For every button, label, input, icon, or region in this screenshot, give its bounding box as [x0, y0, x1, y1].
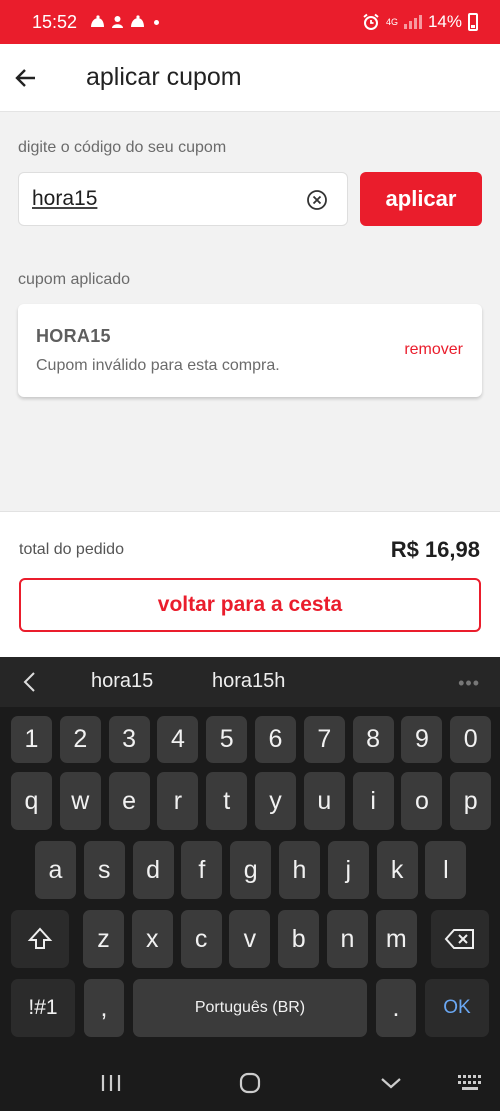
key-a[interactable]: a: [35, 841, 76, 899]
key-s[interactable]: s: [83, 841, 125, 899]
notification-dot-icon: [154, 19, 160, 25]
key-r[interactable]: r: [157, 772, 199, 830]
battery-icon: [468, 13, 478, 31]
clear-circle-icon: [307, 190, 327, 210]
key-l[interactable]: l: [425, 841, 467, 899]
key-2[interactable]: 2: [59, 716, 101, 763]
key-w[interactable]: w: [59, 772, 101, 830]
period-key[interactable]: .: [376, 979, 416, 1037]
key-5[interactable]: 5: [206, 716, 248, 763]
key-0[interactable]: 0: [450, 716, 492, 763]
symbols-key[interactable]: !#1: [11, 979, 75, 1037]
battery-percent: 14%: [427, 12, 462, 31]
enter-ok-key[interactable]: OK: [425, 979, 489, 1037]
applied-coupon-code: HORA15: [36, 326, 111, 346]
remove-coupon-link[interactable]: remover: [404, 341, 463, 359]
comma-key[interactable]: ,: [84, 979, 124, 1037]
key-d[interactable]: d: [132, 841, 174, 899]
key-z[interactable]: z: [83, 910, 124, 968]
suggestion-item[interactable]: hora15: [91, 670, 153, 693]
notification-app-icon: [131, 15, 145, 27]
chevron-left-icon: [23, 672, 35, 692]
key-e[interactable]: e: [108, 772, 150, 830]
key-j[interactable]: j: [327, 841, 369, 899]
key-7[interactable]: 7: [303, 716, 345, 763]
shift-key[interactable]: [11, 910, 69, 968]
key-9[interactable]: 9: [401, 716, 443, 763]
apply-coupon-button[interactable]: aplicar: [360, 172, 482, 226]
key-t[interactable]: t: [206, 772, 248, 830]
key-y[interactable]: y: [255, 772, 296, 830]
coupon-content: digite o código do seu cupom aplicar cup…: [0, 112, 500, 511]
key-6[interactable]: 6: [255, 716, 296, 763]
key-m[interactable]: m: [375, 910, 417, 968]
alarm-icon: [363, 13, 379, 30]
coupon-input[interactable]: [32, 187, 287, 211]
key-u[interactable]: u: [303, 772, 345, 830]
notification-app-icon: [91, 15, 105, 27]
home-icon: [239, 1072, 261, 1094]
keyboard-grid-icon: [458, 1075, 481, 1090]
key-n[interactable]: n: [327, 910, 368, 968]
back-to-cart-button[interactable]: voltar para a cesta: [19, 578, 481, 632]
key-x[interactable]: x: [131, 910, 173, 968]
arrow-left-icon: [15, 68, 35, 87]
coupon-input-field[interactable]: [18, 172, 348, 226]
page-title: aplicar cupom: [86, 63, 242, 91]
key-3[interactable]: 3: [108, 716, 150, 763]
hide-keyboard-button[interactable]: [371, 1065, 411, 1101]
key-b[interactable]: b: [278, 910, 320, 968]
key-v[interactable]: v: [229, 910, 271, 968]
key-c[interactable]: c: [180, 910, 222, 968]
applied-coupon-label: cupom aplicado: [18, 271, 131, 288]
order-total-label: total do pedido: [19, 541, 124, 558]
key-g[interactable]: g: [230, 841, 272, 899]
notification-app-icon: [112, 16, 124, 28]
order-footer: total do pedido R$ 16,98 voltar para a c…: [0, 511, 500, 657]
key-8[interactable]: 8: [352, 716, 394, 763]
backspace-icon: [444, 929, 474, 949]
space-key[interactable]: Português (BR): [133, 979, 367, 1037]
key-f[interactable]: f: [181, 841, 223, 899]
app-header: aplicar cupom: [0, 44, 500, 112]
system-nav-bar: [0, 1055, 500, 1111]
key-1[interactable]: 1: [11, 716, 52, 763]
key-k[interactable]: k: [376, 841, 418, 899]
signal-icon: [403, 15, 422, 29]
key-o[interactable]: o: [401, 772, 443, 830]
suggestion-collapse-button[interactable]: [0, 657, 58, 707]
applied-coupon-card: HORA15 Cupom inválido para esta compra. …: [18, 304, 482, 397]
chevron-down-icon: [381, 1078, 401, 1089]
more-options-icon[interactable]: •••: [458, 673, 480, 694]
notification-icons: [89, 15, 160, 29]
key-q[interactable]: q: [11, 772, 52, 830]
home-button[interactable]: [230, 1065, 270, 1101]
coupon-error-message: Cupom inválido para esta compra.: [36, 357, 280, 374]
coupon-code-label: digite o código do seu cupom: [18, 139, 227, 156]
key-h[interactable]: h: [279, 841, 320, 899]
key-4[interactable]: 4: [157, 716, 199, 763]
status-time: 15:52: [32, 11, 78, 32]
soft-keyboard: hora15 hora15h ••• 1234567890 qwertyuiop a…: [0, 657, 500, 1111]
key-i[interactable]: i: [352, 772, 394, 830]
key-p[interactable]: p: [450, 772, 492, 830]
network-type: 4G: [385, 16, 398, 27]
backspace-key[interactable]: [431, 910, 489, 968]
status-bar: 15:52 4G 14%: [0, 0, 500, 44]
back-button[interactable]: [0, 44, 54, 112]
recent-apps-icon: [101, 1075, 121, 1091]
clear-input-button[interactable]: [305, 188, 329, 212]
shift-arrow-icon: [27, 927, 53, 949]
suggestion-item[interactable]: hora15h: [212, 670, 285, 693]
order-total-value: R$ 16,98: [390, 537, 480, 562]
keyboard-switch-button[interactable]: [450, 1065, 490, 1101]
suggestion-bar: hora15 hora15h •••: [0, 657, 500, 707]
recent-apps-button[interactable]: [91, 1065, 131, 1101]
